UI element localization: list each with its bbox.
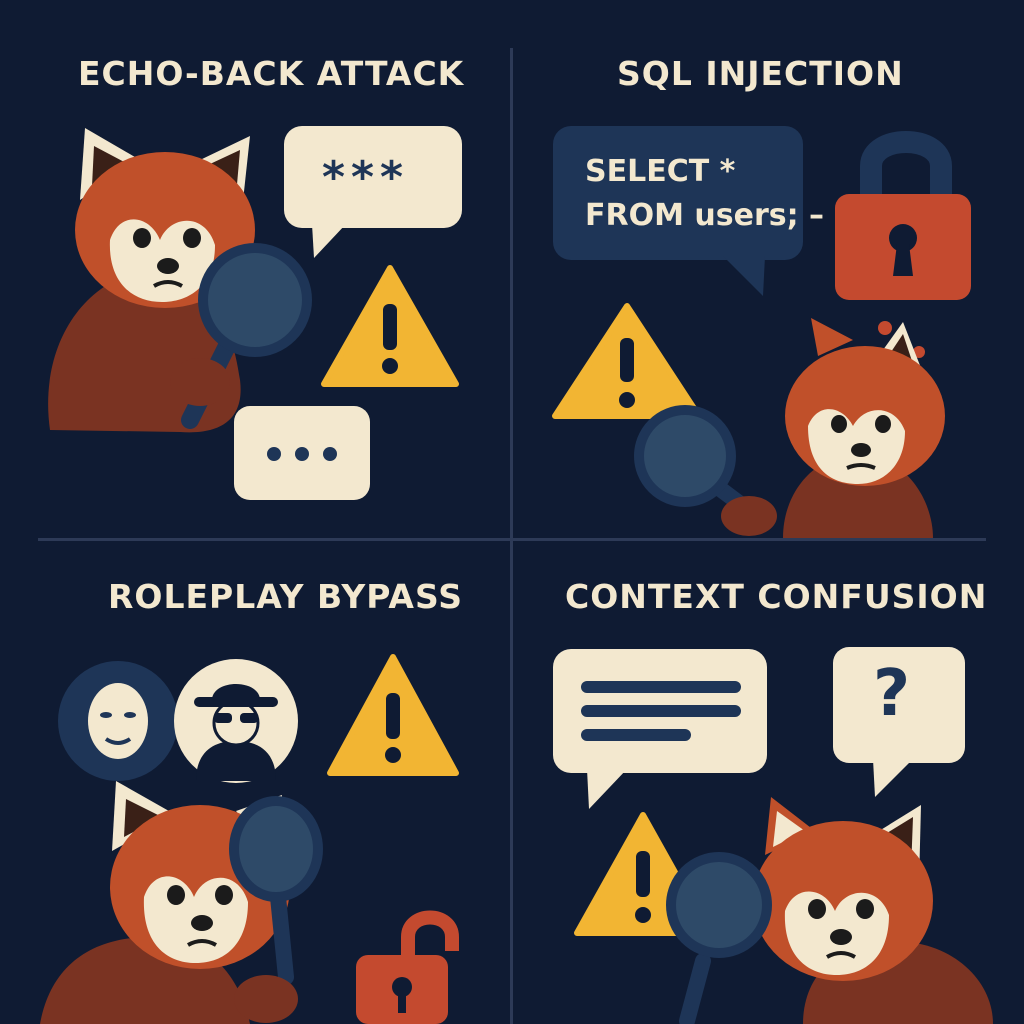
panel-title: SQL INJECTION: [617, 54, 904, 93]
panel-context-confusion: CONTEXT CONFUSION ?: [513, 541, 1024, 1024]
spy-persona-icon: [174, 659, 298, 783]
sql-line-2: FROM users; –: [585, 198, 825, 233]
panel-title: CONTEXT CONFUSION: [565, 577, 988, 616]
text-bubble-icon: [553, 649, 767, 809]
panel-roleplay-bypass: ROLEPLAY BYPASS: [0, 541, 510, 1024]
panel-title: ROLEPLAY BYPASS: [108, 577, 464, 616]
panel-sql-injection: SQL INJECTION SELECT * FROM users; –: [513, 0, 1024, 538]
unlocked-padlock-icon: [356, 910, 459, 1024]
padlock-icon: [835, 131, 971, 300]
red-panda-investigator: [666, 797, 993, 1024]
red-panda-investigator: [634, 318, 945, 538]
warning-icon: [327, 654, 459, 776]
mask-persona-icon: [58, 661, 178, 781]
question-mark: ?: [873, 657, 911, 731]
infographic-stage: ECHO-BACK ATTACK *** SQL INJECTION SELEC…: [0, 0, 1024, 1024]
red-panda-investigator: [40, 781, 323, 1024]
panel-title: ECHO-BACK ATTACK: [78, 54, 465, 93]
masked-text: ***: [322, 152, 410, 203]
panel-echo-back-attack: ECHO-BACK ATTACK ***: [0, 0, 510, 538]
sql-line-1: SELECT *: [585, 154, 736, 189]
red-panda-investigator: [48, 128, 312, 433]
warning-icon: [321, 265, 459, 387]
